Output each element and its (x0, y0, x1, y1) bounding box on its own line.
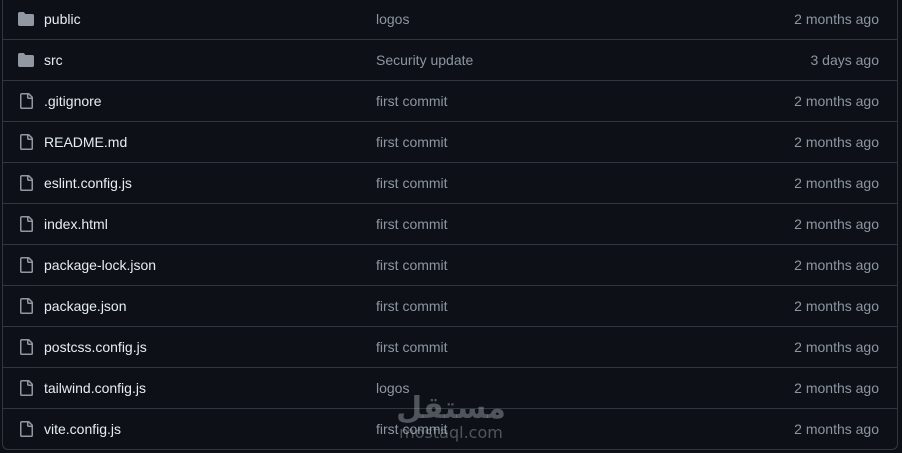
commit-date: 2 months ago (794, 93, 879, 109)
file-name-link[interactable]: public (44, 0, 81, 40)
commit-message-link[interactable]: first commit (376, 409, 448, 449)
file-name-link[interactable]: postcss.config.js (44, 327, 147, 368)
file-table: public logos 2 months ago src Security u… (2, 0, 898, 450)
file-name-link[interactable]: package-lock.json (44, 245, 156, 286)
file-row-readme[interactable]: README.md first commit 2 months ago (3, 122, 897, 163)
commit-date: 2 months ago (794, 421, 879, 437)
file-row-gitignore[interactable]: .gitignore first commit 2 months ago (3, 81, 897, 122)
commit-date: 2 months ago (794, 11, 879, 27)
file-row-package-lock[interactable]: package-lock.json first commit 2 months … (3, 245, 897, 286)
commit-message-link[interactable]: first commit (376, 327, 448, 368)
commit-date: 2 months ago (794, 175, 879, 191)
file-icon (18, 134, 34, 150)
file-row-tailwind-config[interactable]: tailwind.config.js logos 2 months ago (3, 368, 897, 409)
file-row-src[interactable]: src Security update 3 days ago (3, 40, 897, 81)
file-icon (18, 216, 34, 232)
file-icon (18, 298, 34, 314)
commit-message-link[interactable]: logos (376, 368, 409, 409)
commit-message-link[interactable]: first commit (376, 286, 448, 327)
commit-message-link[interactable]: first commit (376, 163, 448, 204)
commit-message-link[interactable]: first commit (376, 245, 448, 286)
file-row-public[interactable]: public logos 2 months ago (3, 0, 897, 40)
file-icon (18, 421, 34, 437)
commit-message-link[interactable]: first commit (376, 122, 448, 163)
file-name-link[interactable]: index.html (44, 204, 108, 245)
folder-icon (18, 11, 34, 27)
file-row-eslint-config[interactable]: eslint.config.js first commit 2 months a… (3, 163, 897, 204)
file-icon (18, 380, 34, 396)
file-row-package-json[interactable]: package.json first commit 2 months ago (3, 286, 897, 327)
commit-date: 2 months ago (794, 380, 879, 396)
commit-date: 2 months ago (794, 216, 879, 232)
file-icon (18, 93, 34, 109)
file-name-link[interactable]: src (44, 40, 63, 81)
file-name-link[interactable]: vite.config.js (44, 409, 121, 449)
file-name-link[interactable]: README.md (44, 122, 127, 163)
commit-message-link[interactable]: logos (376, 0, 409, 40)
file-name-link[interactable]: eslint.config.js (44, 163, 132, 204)
commit-date: 2 months ago (794, 298, 879, 314)
file-row-index-html[interactable]: index.html first commit 2 months ago (3, 204, 897, 245)
file-row-vite-config[interactable]: vite.config.js first commit 2 months ago (3, 409, 897, 449)
file-icon (18, 257, 34, 273)
file-name-link[interactable]: .gitignore (44, 81, 102, 122)
file-icon (18, 175, 34, 191)
file-icon (18, 339, 34, 355)
commit-date: 2 months ago (794, 257, 879, 273)
file-name-link[interactable]: package.json (44, 286, 127, 327)
commit-message-link[interactable]: Security update (376, 40, 473, 81)
file-name-link[interactable]: tailwind.config.js (44, 368, 146, 409)
file-row-postcss-config[interactable]: postcss.config.js first commit 2 months … (3, 327, 897, 368)
commit-date: 2 months ago (794, 339, 879, 355)
folder-icon (18, 52, 34, 68)
commit-message-link[interactable]: first commit (376, 204, 448, 245)
commit-message-link[interactable]: first commit (376, 81, 448, 122)
commit-date: 2 months ago (794, 134, 879, 150)
commit-date: 3 days ago (810, 52, 880, 68)
